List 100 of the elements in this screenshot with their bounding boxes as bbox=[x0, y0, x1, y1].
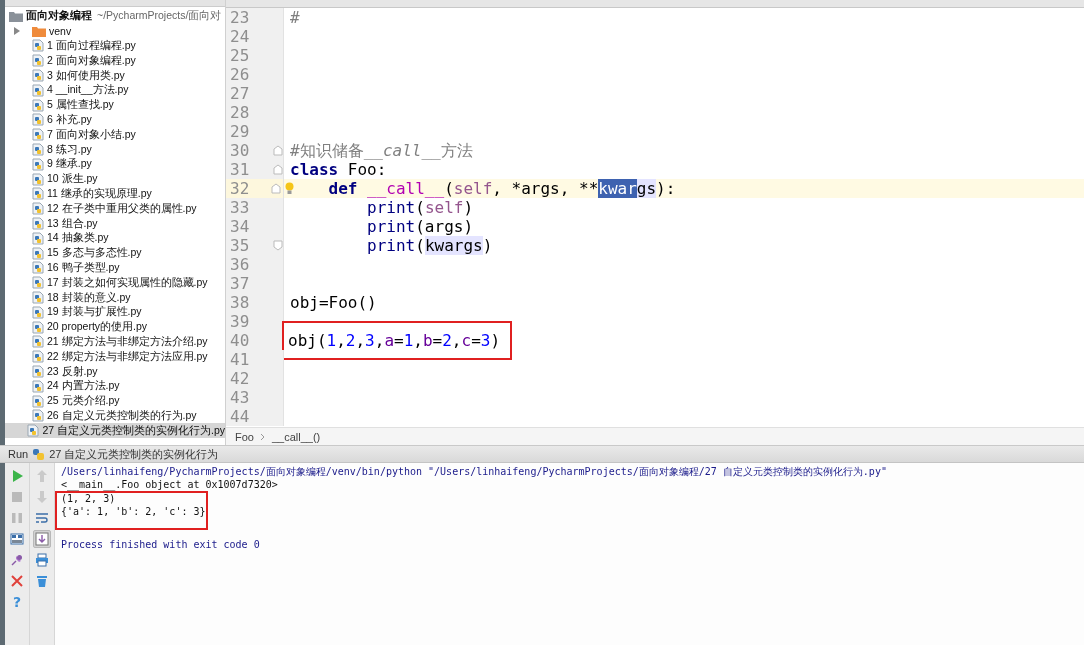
scroll-to-end-button[interactable] bbox=[33, 530, 51, 548]
breadcrumb-item[interactable]: __call__() bbox=[271, 430, 321, 443]
code-line: obj=Foo() bbox=[290, 293, 377, 312]
line-number: 23 bbox=[230, 8, 251, 27]
python-file-icon bbox=[32, 409, 44, 423]
tree-item[interactable]: 18 封装的意义.py bbox=[5, 290, 225, 305]
line-number: 36 bbox=[230, 255, 251, 274]
print-button[interactable] bbox=[33, 551, 51, 569]
tree-item[interactable]: 6 补充.py bbox=[5, 112, 225, 128]
layout-button[interactable] bbox=[8, 530, 26, 548]
code-line: print(args) bbox=[366, 217, 474, 236]
close-icon bbox=[10, 574, 24, 588]
python-file-icon bbox=[32, 335, 44, 349]
python-file-icon bbox=[32, 394, 44, 408]
tree-item[interactable]: 14 抽象类.py bbox=[5, 230, 225, 246]
tree-item[interactable]: 24 内置方法.py bbox=[5, 378, 225, 394]
folder-icon bbox=[32, 25, 46, 37]
python-file-icon bbox=[32, 98, 44, 112]
tree-item[interactable]: 19 封装与扩展性.py bbox=[5, 304, 225, 320]
tree-item[interactable]: 7 面向对象小结.py bbox=[5, 127, 225, 143]
python-file-icon bbox=[32, 379, 44, 393]
tree-item[interactable]: 27 自定义元类控制类的实例化行为.py bbox=[5, 423, 225, 439]
python-file-icon bbox=[32, 217, 44, 231]
console-line: {'a': 1, 'b': 2, 'c': 3} bbox=[61, 505, 206, 518]
tree-item[interactable]: 20 property的使用.py bbox=[5, 319, 225, 335]
folder-icon bbox=[9, 10, 23, 22]
line-number: 43 bbox=[230, 388, 251, 407]
tree-item[interactable]: 10 派生.py bbox=[5, 171, 225, 187]
console-line: /Users/linhaifeng/PycharmProjects/面向对象编程/venv/bin/python "/Users/linhaifeng/PycharmProjects/面向对象编程/27 自定义元类控制类的实例化行为.py" bbox=[61, 466, 888, 479]
tree-item[interactable]: venv bbox=[5, 23, 225, 39]
pin-icon bbox=[10, 553, 24, 567]
tree-item[interactable]: 1 面向过程编程.py bbox=[5, 38, 225, 54]
line-number: 35 bbox=[230, 236, 251, 255]
tree-item[interactable]: 26 自定义元类控制类的行为.py bbox=[5, 408, 225, 424]
tree-item[interactable]: 2 面向对象编程.py bbox=[5, 53, 225, 69]
tree-item[interactable]: 21 绑定方法与非绑定方法介绍.py bbox=[5, 334, 225, 350]
tree-item[interactable]: 13 组合.py bbox=[5, 216, 225, 231]
python-file-icon bbox=[32, 365, 44, 378]
wrap-lines-icon bbox=[35, 511, 49, 525]
scroll-to-end-icon bbox=[35, 532, 49, 546]
line-number: 44 bbox=[230, 407, 251, 426]
python-file-icon bbox=[32, 143, 44, 157]
tree-item[interactable]: 25 元类介绍.py bbox=[5, 393, 225, 409]
breadcrumb-item[interactable]: Foo bbox=[235, 430, 254, 443]
line-number: 29 bbox=[230, 122, 251, 141]
python-file-icon bbox=[32, 320, 44, 334]
tree-item[interactable]: 12 在子类中重用父类的属性.py bbox=[5, 201, 225, 217]
tree-item[interactable]: 面向对象编程 ~/PycharmProjects/面向对 bbox=[5, 9, 225, 24]
console-line: <__main__.Foo object at 0x1007d7320> bbox=[61, 478, 279, 491]
python-file-icon bbox=[32, 202, 44, 216]
tree-item[interactable]: 8 练习.py bbox=[5, 142, 225, 157]
python-file-icon bbox=[32, 54, 44, 68]
python-file-icon bbox=[32, 69, 44, 83]
python-file-icon bbox=[32, 276, 44, 290]
tree-item[interactable]: 22 绑定方法与非绑定方法应用.py bbox=[5, 349, 225, 365]
stop-icon bbox=[10, 490, 24, 504]
run-config-name[interactable]: 27 自定义元类控制类的实例化行为 bbox=[49, 446, 219, 462]
code-line: print(self) bbox=[366, 198, 474, 217]
tree-item[interactable]: 3 如何使用类.py bbox=[5, 68, 225, 83]
line-number: 33 bbox=[230, 198, 251, 217]
python-file-icon bbox=[27, 424, 40, 438]
python-file-icon bbox=[32, 231, 44, 245]
python-file-icon bbox=[32, 246, 44, 260]
python-file-icon bbox=[32, 291, 44, 305]
tool-window-title[interactable]: Run bbox=[8, 448, 29, 460]
python-icon bbox=[32, 447, 46, 461]
python-file-icon bbox=[32, 113, 44, 127]
tree-item[interactable]: 11 继承的实现原理.py bbox=[5, 186, 225, 202]
tree-item[interactable]: 23 反射.py bbox=[5, 364, 225, 379]
code-line: obj(1,2,3,a=1,b=2,c=3) bbox=[288, 331, 501, 350]
console-line: Process finished with exit code 0 bbox=[61, 539, 261, 552]
code-line: # bbox=[290, 8, 300, 27]
python-file-icon bbox=[32, 261, 44, 275]
python-file-icon bbox=[32, 39, 44, 53]
line-number: 26 bbox=[230, 65, 251, 84]
code-line: print(kwargs) bbox=[366, 236, 493, 255]
line-number: 40 bbox=[230, 331, 251, 350]
line-number: 34 bbox=[230, 217, 251, 236]
pause-icon bbox=[10, 511, 24, 525]
tree-item[interactable]: 17 封装之如何实现属性的隐藏.py bbox=[5, 275, 225, 291]
tree-item[interactable]: 9 继承.py bbox=[5, 156, 225, 172]
python-file-icon bbox=[32, 350, 44, 364]
chevron-icon bbox=[259, 432, 266, 441]
tree-item[interactable]: 15 多态与多态性.py bbox=[5, 245, 225, 261]
line-number: 28 bbox=[230, 103, 251, 122]
tree-item[interactable]: 16 鸭子类型.py bbox=[5, 260, 225, 276]
line-number: 37 bbox=[230, 274, 251, 293]
python-file-icon bbox=[32, 187, 44, 201]
collapsed-arrow-icon bbox=[13, 27, 21, 36]
up-arrow-icon bbox=[35, 469, 49, 483]
line-number: 31 bbox=[230, 160, 251, 179]
line-number: 42 bbox=[230, 369, 251, 388]
line-number: 38 bbox=[230, 293, 251, 312]
layout-icon bbox=[10, 532, 24, 546]
tree-item[interactable]: 5 属性查找.py bbox=[5, 97, 225, 113]
line-number: 41 bbox=[230, 350, 251, 369]
tree-item[interactable]: 4 __init__方法.py bbox=[5, 83, 225, 98]
line-number: 32 bbox=[230, 179, 250, 198]
python-file-icon bbox=[32, 172, 44, 186]
console-line: (1, 2, 3) bbox=[61, 493, 117, 506]
